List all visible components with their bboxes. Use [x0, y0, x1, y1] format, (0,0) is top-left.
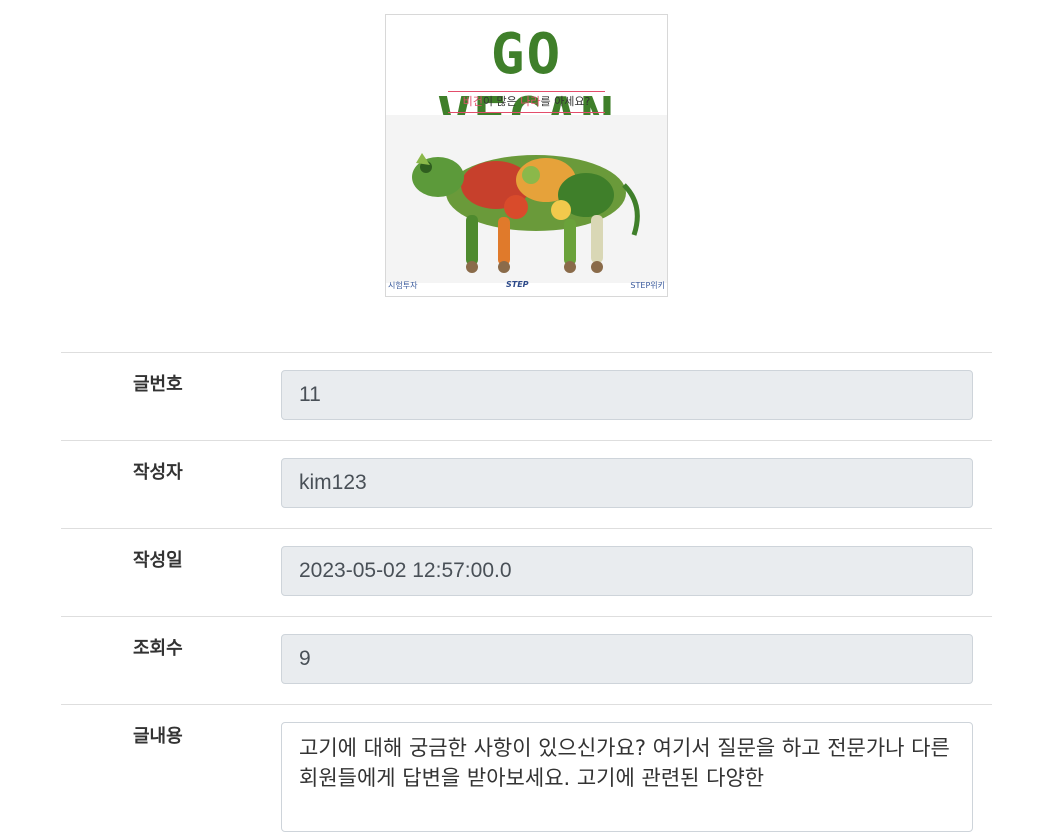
banner-footer-left-logo: 시험투자 [388, 281, 418, 290]
banner-subtitle-end: 를 아세요? [540, 95, 591, 108]
view-count-label: 조회수 [133, 638, 183, 659]
banner-footer-step-logo: STEP [506, 280, 529, 289]
content-label: 글내용 [133, 726, 183, 747]
created-date-label: 작성일 [133, 550, 183, 571]
view-count-field[interactable] [281, 634, 973, 684]
author-label: 작성자 [133, 462, 183, 483]
banner-subtitle-mid: 이 많은 [482, 95, 521, 108]
form-row-created-date: 작성일 [61, 528, 992, 616]
post-number-field[interactable] [281, 370, 973, 420]
vegetable-cow-drawing [412, 153, 640, 273]
author-field[interactable] [281, 458, 973, 508]
form-row-content: 글내용 고기에 대해 궁금한 사항이 있으신가요? 여기서 질문을 하고 전문가… [61, 704, 992, 832]
content-textarea[interactable]: 고기에 대해 궁금한 사항이 있으신가요? 여기서 질문을 하고 전문가나 다른… [281, 722, 973, 832]
banner-subtitle: 비건이 많은 나라를 아세요? [448, 91, 605, 113]
form-row-view-count: 조회수 [61, 616, 992, 704]
form-row-post-number: 글번호 [61, 352, 992, 440]
vegan-banner-image: GO VEGAN 비건이 많은 나라를 아세요? [385, 14, 668, 297]
post-number-label: 글번호 [133, 374, 183, 395]
banner-footer-right-logo: STEP위키 [630, 281, 665, 290]
created-date-field[interactable] [281, 546, 973, 596]
form-row-author: 작성자 [61, 440, 992, 528]
banner-subtitle-highlight-1: 비건 [462, 95, 483, 108]
vegetable-cow-illustration [386, 115, 667, 283]
banner-footer: 시험투자 STEP STEP위키 [386, 280, 667, 294]
post-detail-form: 글번호 작성자 작성일 조회수 글내용 고기에 대해 궁금한 사항이 있으신가요… [61, 352, 992, 832]
banner-subtitle-highlight-2: 나라 [520, 95, 541, 108]
